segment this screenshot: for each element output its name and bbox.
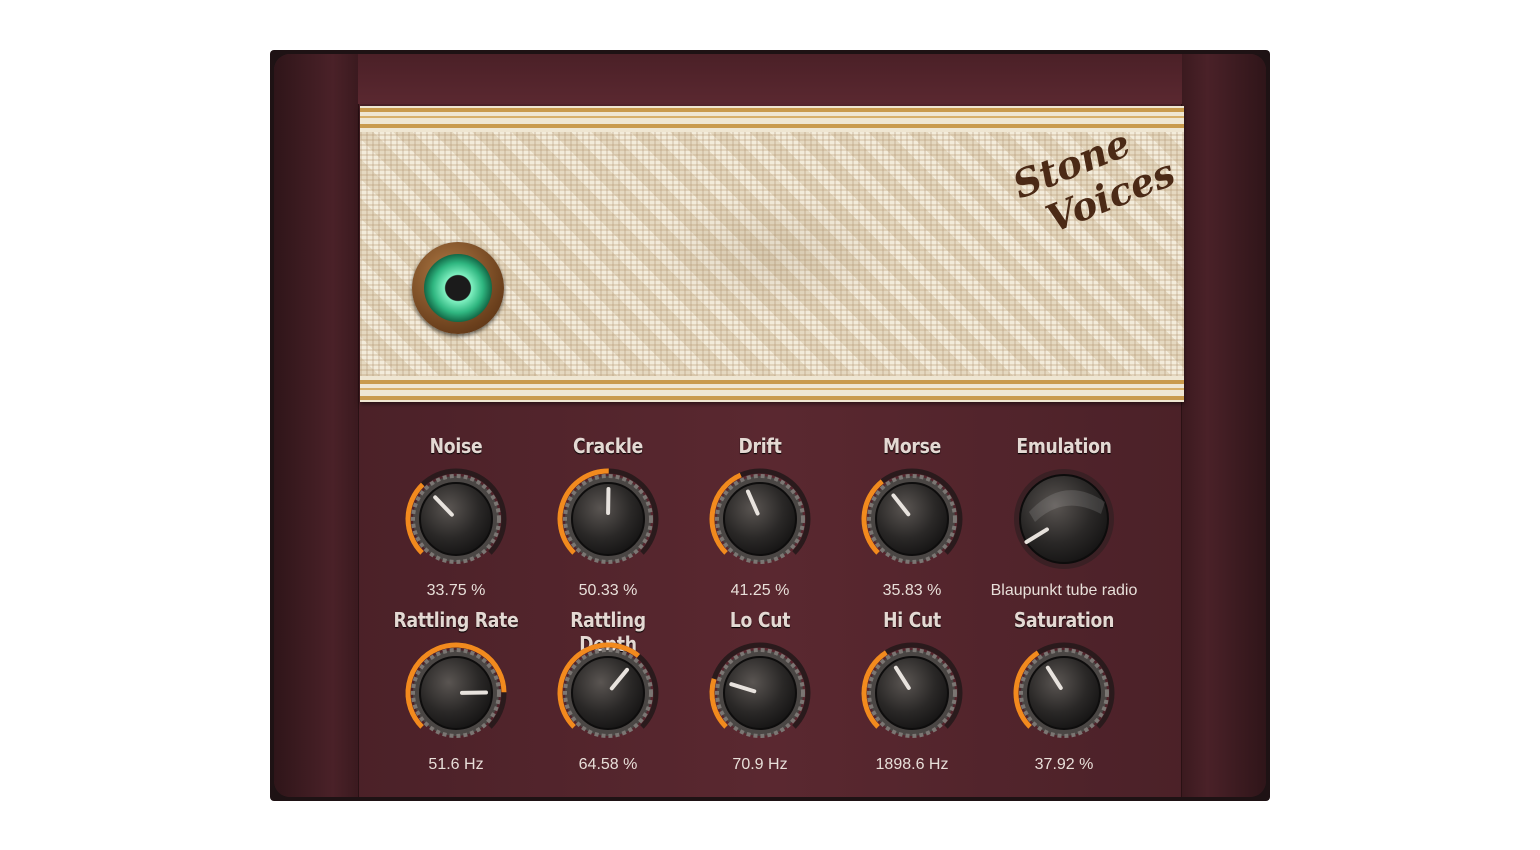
control-saturation: Saturation 37.92 % bbox=[988, 608, 1140, 778]
knob-body bbox=[571, 656, 645, 730]
knob-value: 35.83 % bbox=[882, 582, 942, 599]
knob-label: Saturation bbox=[1013, 608, 1115, 632]
grille-trim-top-thin bbox=[360, 116, 1184, 118]
emulation-selected-model: Blaupunkt tube radio bbox=[990, 582, 1138, 599]
control-emulation: Emulation Blaupunkt tube radio bbox=[988, 434, 1140, 604]
morse-knob[interactable] bbox=[857, 464, 967, 574]
knob-graphic bbox=[861, 642, 963, 738]
knob-value: 33.75 % bbox=[426, 582, 486, 599]
control-morse: Morse 35.83 % bbox=[836, 434, 988, 604]
knob-graphic bbox=[1014, 469, 1114, 569]
cabinet-side-right bbox=[1181, 54, 1266, 797]
control-drift: Drift 41.25 % bbox=[684, 434, 836, 604]
speaker-grille: Stone Voices bbox=[360, 106, 1184, 402]
control-crackle: Crackle 50.33 % bbox=[532, 434, 684, 604]
cabinet-side-left bbox=[274, 54, 359, 797]
knob-label: Emulation bbox=[1016, 434, 1112, 458]
knob-label: Rattling Rate bbox=[393, 608, 519, 632]
knob-label: Noise bbox=[429, 434, 483, 458]
grille-trim-top bbox=[360, 108, 1184, 112]
hi-cut-knob[interactable] bbox=[857, 638, 967, 748]
knob-value: 1898.6 Hz bbox=[875, 756, 949, 773]
controls-panel: Noise 33.75 % Crackle 50.33 % Drift 41.2… bbox=[358, 434, 1182, 794]
power-button[interactable] bbox=[412, 242, 504, 334]
emulation-selector-knob[interactable] bbox=[1009, 464, 1119, 574]
knob-label: Drift bbox=[738, 434, 782, 458]
control-rattling-depth: Rattling Depth 64.58 % bbox=[532, 608, 684, 778]
drift-knob[interactable] bbox=[705, 464, 815, 574]
knob-body bbox=[1027, 656, 1101, 730]
grille-trim-top-inner bbox=[360, 124, 1184, 128]
control-noise: Noise 33.75 % bbox=[380, 434, 532, 604]
knob-value: 51.6 Hz bbox=[428, 756, 484, 773]
knob-graphic bbox=[557, 468, 659, 564]
knob-value: 50.33 % bbox=[578, 582, 638, 599]
plugin-window: Stone Voices Noise 33.75 % Crackle 50.33… bbox=[270, 50, 1270, 801]
knob-value: 37.92 % bbox=[1034, 756, 1094, 773]
crackle-knob[interactable] bbox=[553, 464, 663, 574]
saturation-knob[interactable] bbox=[1009, 638, 1119, 748]
knob-graphic bbox=[861, 468, 963, 564]
knob-body bbox=[723, 656, 797, 730]
knob-graphic bbox=[405, 642, 507, 738]
selector-body bbox=[1019, 474, 1109, 564]
knob-label: Lo Cut bbox=[729, 608, 791, 632]
control-lo-cut: Lo Cut 70.9 Hz bbox=[684, 608, 836, 778]
control-rattling-rate: Rattling Rate 51.6 Hz bbox=[380, 608, 532, 778]
knob-graphic bbox=[557, 642, 659, 738]
knob-body bbox=[875, 482, 949, 556]
grille-trim-bottom-thin bbox=[360, 388, 1184, 390]
knob-graphic bbox=[709, 468, 811, 564]
knob-graphic bbox=[405, 468, 507, 564]
knob-graphic bbox=[1013, 642, 1115, 738]
power-lamp-icon bbox=[424, 254, 492, 322]
knob-graphic bbox=[709, 642, 811, 738]
rattling-rate-knob[interactable] bbox=[401, 638, 511, 748]
knob-value: 41.25 % bbox=[730, 582, 790, 599]
noise-knob[interactable] bbox=[401, 464, 511, 574]
knob-body bbox=[723, 482, 797, 556]
knob-label: Morse bbox=[882, 434, 942, 458]
knob-body bbox=[419, 482, 493, 556]
grille-trim-bottom bbox=[360, 396, 1184, 400]
cabinet-top bbox=[358, 54, 1182, 104]
grille-trim-bottom-inner bbox=[360, 380, 1184, 384]
knob-label: Crackle bbox=[572, 434, 644, 458]
radio-cabinet: Stone Voices Noise 33.75 % Crackle 50.33… bbox=[274, 54, 1266, 797]
knob-value: 70.9 Hz bbox=[732, 756, 788, 773]
rattling-depth-knob[interactable] bbox=[553, 638, 663, 748]
knob-value: 64.58 % bbox=[578, 756, 638, 773]
knob-body bbox=[875, 656, 949, 730]
knob-label: Hi Cut bbox=[883, 608, 941, 632]
control-hi-cut: Hi Cut 1898.6 Hz bbox=[836, 608, 988, 778]
lo-cut-knob[interactable] bbox=[705, 638, 815, 748]
